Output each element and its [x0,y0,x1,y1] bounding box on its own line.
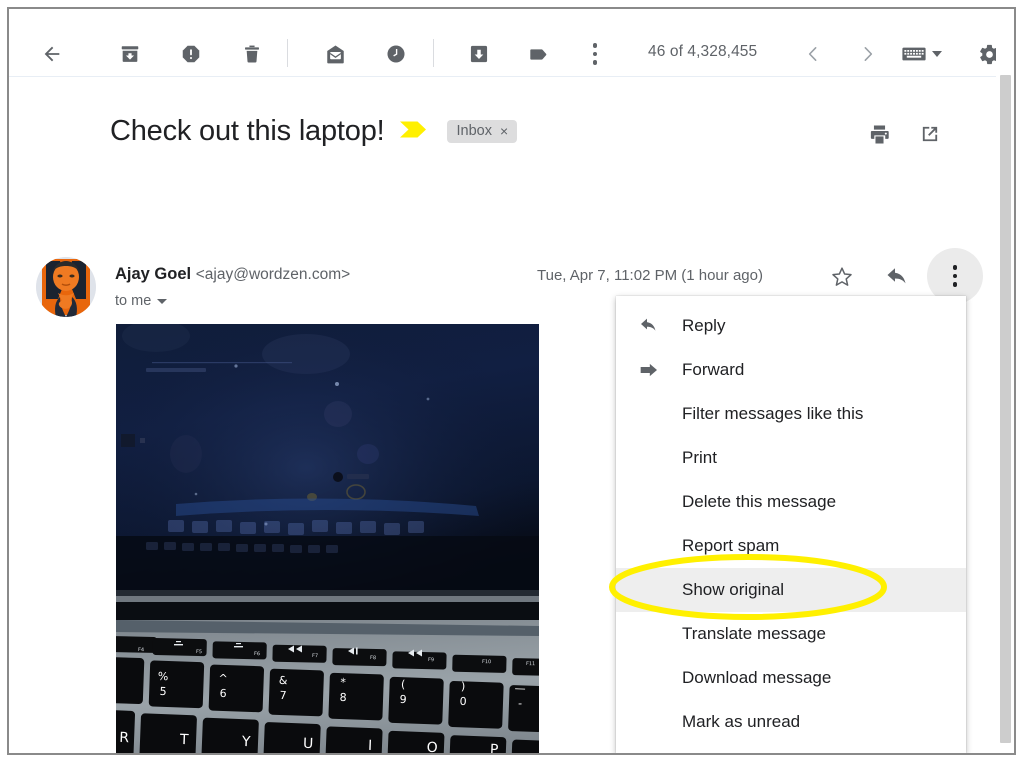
message-timestamp: Tue, Apr 7, 11:02 PM (1 hour ago) [537,267,763,284]
svg-text:^: ^ [218,672,228,685]
svg-text:U: U [303,736,314,752]
menu-item-download-message[interactable]: Download message [616,656,966,700]
sender-email: <ajay@wordzen.com> [195,266,351,283]
menu-item-label: Print [682,448,717,467]
open-in-new-window-button[interactable] [915,119,945,149]
browser-page-frame: 46 of 4,328,455 Check out this laptop! I… [7,7,1016,755]
menu-item-label: Mark as unread [682,712,801,731]
toolbar-divider-1 [287,39,288,67]
menu-item-filter-messages[interactable]: Filter messages like this [616,392,966,436]
menu-item-label: Show original [682,580,785,599]
svg-text:F11: F11 [526,661,535,667]
menu-item-label: Report spam [682,536,780,555]
mark-unread-button[interactable] [320,39,350,69]
menu-item-show-original[interactable]: Show original [616,568,966,612]
star-button[interactable] [826,261,858,293]
svg-text:*: * [340,676,346,689]
menu-item-label: Filter messages like this [682,404,864,423]
svg-text:): ) [461,680,466,693]
older-button[interactable] [853,39,883,69]
menu-item-mark-as-unread[interactable]: Mark as unread [616,700,966,744]
move-to-button[interactable] [464,39,494,69]
svg-text:-: - [518,697,522,710]
newer-button[interactable] [798,39,828,69]
menu-item-translate-message[interactable]: Translate message [616,612,966,656]
chevron-down-icon [932,51,942,57]
menu-item-label: Forward [682,360,745,379]
svg-text:&: & [279,674,288,687]
svg-text:6: 6 [219,687,226,700]
toolbar-divider-2 [433,39,434,67]
message-view: Check out this laptop! Inbox × Ajay Goel… [9,77,1014,753]
menu-item-label: Download message [682,668,832,687]
svg-text:I: I [368,738,373,754]
labels-button[interactable] [525,39,555,69]
more-vert-icon [952,265,958,287]
svg-text:F4: F4 [138,647,144,653]
recipients-label: to me [115,293,152,309]
input-tools-button[interactable] [902,39,942,69]
avatar [36,257,96,317]
scrollbar-thumb[interactable] [1000,75,1011,743]
svg-text:F8: F8 [370,655,376,661]
print-button[interactable] [864,119,894,149]
message-actions-menu: Reply Forward Filter messages like this … [616,296,966,753]
message-counter: 46 of 4,328,455 [648,43,758,60]
chevron-down-icon [157,298,168,304]
svg-text:0: 0 [459,695,466,708]
forward-arrow-icon [616,361,682,379]
svg-text:%: % [158,670,169,683]
svg-text:O: O [426,740,438,755]
menu-item-forward[interactable]: Forward [616,348,966,392]
menu-item-print[interactable]: Print [616,436,966,480]
snooze-button[interactable] [381,39,411,69]
more-vert-icon [592,43,598,65]
reply-button[interactable] [881,261,913,293]
svg-text:R: R [119,730,130,746]
svg-text:(: ( [401,678,406,691]
attached-image[interactable]: F4 F5 F6 F7 F8 F9 F10 F11 % 5 ^ 6 & 7 * … [116,324,539,755]
more-options-button[interactable] [580,39,610,69]
svg-text:F5: F5 [196,649,202,655]
sender-name: Ajay Goel [115,265,192,283]
svg-text:—: — [514,682,525,695]
label-chip-remove-icon[interactable]: × [500,124,508,138]
important-marker-icon[interactable] [400,120,427,144]
svg-text:Y: Y [241,734,252,750]
recipients-toggle[interactable]: to me [115,293,350,309]
delete-button[interactable] [237,39,267,69]
archive-button[interactable] [115,39,145,69]
message-toolbar: 46 of 4,328,455 [9,9,1014,77]
svg-text:7: 7 [279,689,286,702]
svg-text:F6: F6 [254,651,260,657]
svg-text:P: P [490,742,499,755]
svg-text:9: 9 [399,693,406,706]
sender-line: Ajay Goel <ajay@wordzen.com> [115,263,350,286]
back-button[interactable] [37,39,67,69]
menu-item-delete-message[interactable]: Delete this message [616,480,966,524]
menu-item-label: Reply [682,316,726,335]
report-spam-button[interactable] [176,39,206,69]
svg-text:F10: F10 [482,659,491,665]
menu-item-reply[interactable]: Reply [616,304,966,348]
svg-text:5: 5 [159,685,166,698]
reply-arrow-icon [616,316,682,336]
page-title: Check out this laptop! [110,115,385,147]
svg-text:F9: F9 [428,657,434,663]
menu-item-label: Translate message [682,624,826,643]
svg-text:F7: F7 [312,653,318,659]
menu-item-report-spam[interactable]: Report spam [616,524,966,568]
label-chip-text: Inbox [456,123,492,139]
subject-row: Check out this laptop! Inbox × [110,115,518,148]
sender-block: Ajay Goel <ajay@wordzen.com> to me [115,263,350,309]
svg-text:8: 8 [339,691,346,704]
label-chip-inbox[interactable]: Inbox × [447,120,518,143]
menu-item-label: Delete this message [682,492,837,511]
scrollbar-track[interactable] [996,9,1014,753]
svg-text:T: T [179,732,190,748]
